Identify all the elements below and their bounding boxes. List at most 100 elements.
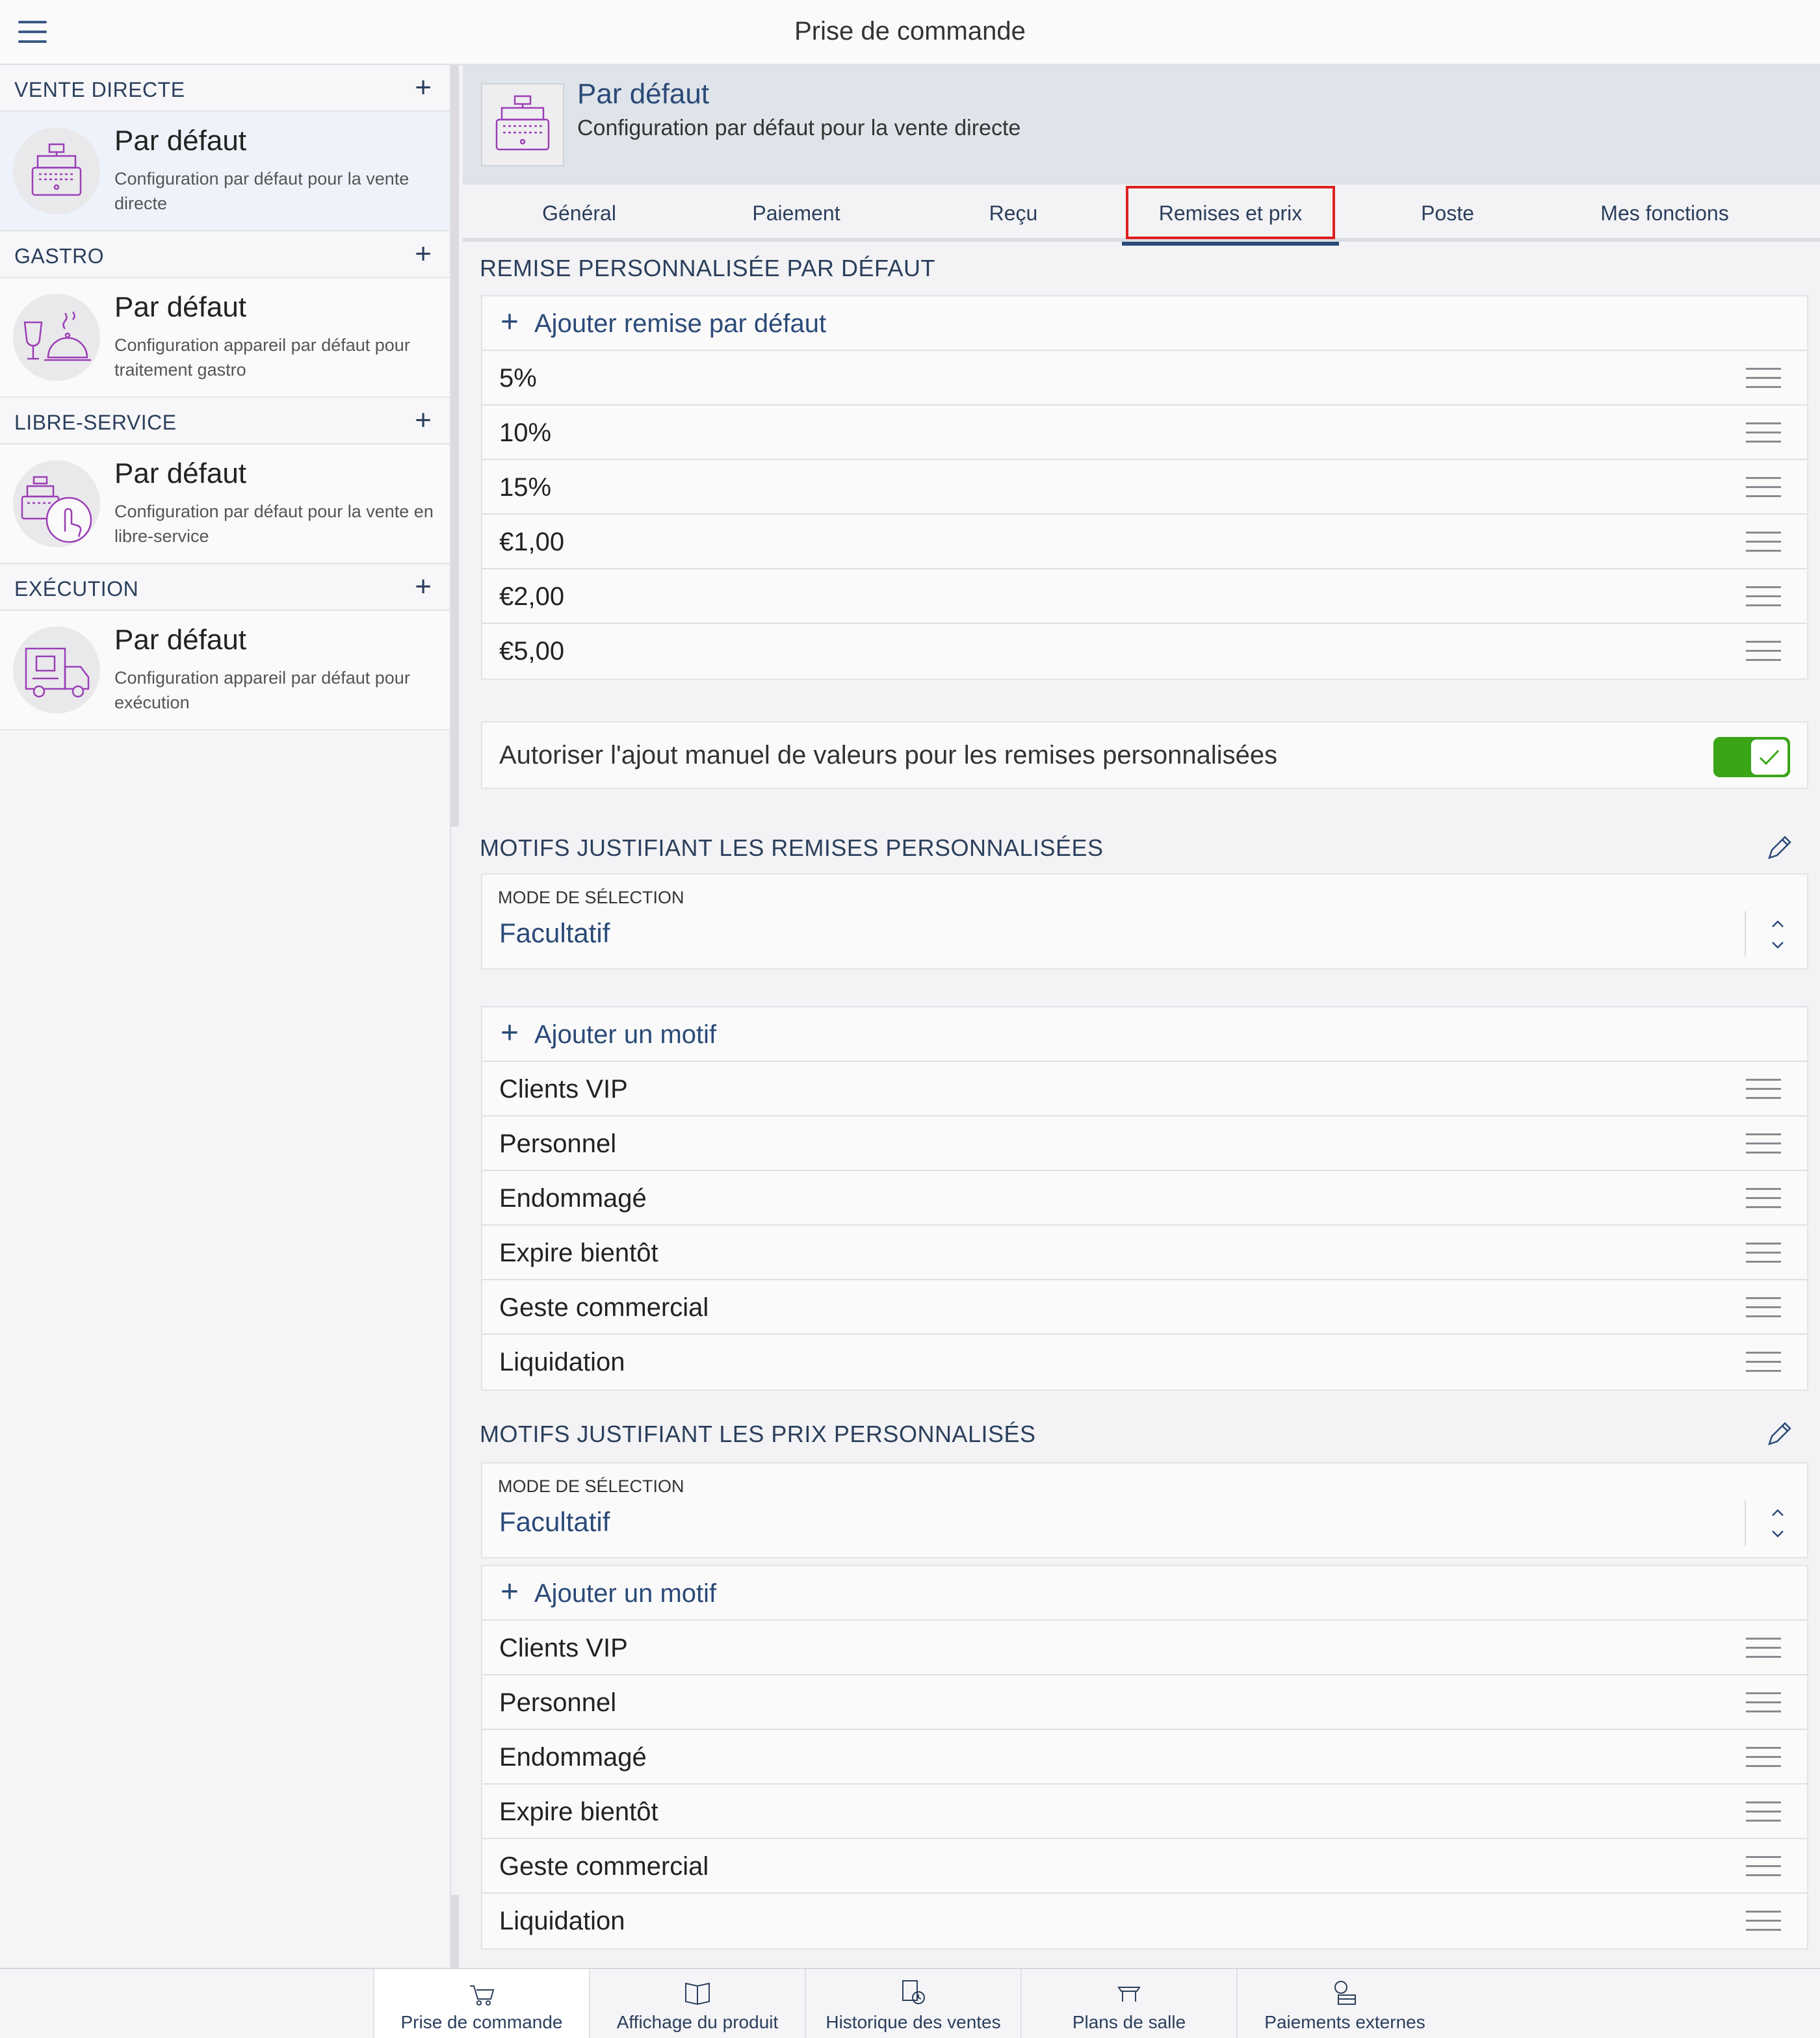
sidebar-scrollbar[interactable] — [451, 65, 459, 827]
entry-name: Par défaut — [114, 458, 247, 489]
main-panel: Par défaut Configuration par défaut pour… — [463, 65, 1820, 1968]
section-label: EXÉCUTION — [14, 577, 139, 600]
list-item[interactable]: Clients VIP — [482, 1062, 1807, 1116]
sidebar-entry-execution[interactable]: Par défaut Configuration appareil par dé… — [0, 611, 450, 730]
chevron-up-down-icon[interactable] — [1768, 916, 1788, 953]
drag-handle-icon[interactable] — [1746, 1856, 1781, 1877]
add-icon[interactable]: + — [415, 404, 432, 437]
cash-register-icon — [13, 127, 100, 214]
list-item[interactable]: Personnel — [482, 1116, 1807, 1171]
tab-remises-et-prix[interactable]: Remises et prix — [1122, 185, 1339, 246]
list-item[interactable]: 15% — [482, 460, 1807, 515]
manual-discount-toggle[interactable] — [1713, 737, 1790, 777]
sidebar-entry-vente-directe[interactable]: Par défaut Configuration par défaut pour… — [0, 112, 450, 231]
drag-handle-icon[interactable] — [1746, 1747, 1781, 1768]
nav-paiements-externes[interactable]: Paiements externes — [1236, 1969, 1452, 2038]
section-header-gastro: GASTRO + — [0, 231, 450, 278]
external-payment-icon — [1334, 1981, 1356, 2005]
section-label: GASTRO — [14, 244, 105, 268]
drag-handle-icon[interactable] — [1746, 1243, 1781, 1263]
tab-poste[interactable]: Poste — [1339, 185, 1556, 242]
add-discount-reason-button[interactable]: + Ajouter un motif — [482, 1007, 1807, 1062]
config-title: Par défaut — [577, 78, 710, 110]
add-default-discount-button[interactable]: + Ajouter remise par défaut — [482, 296, 1807, 351]
drag-handle-icon[interactable] — [1746, 1297, 1781, 1318]
sidebar-entry-libre-service[interactable]: Par défaut Configuration par défaut pour… — [0, 445, 450, 564]
cash-register-icon — [481, 83, 564, 166]
list-item[interactable]: Clients VIP — [482, 1621, 1807, 1675]
drag-handle-icon[interactable] — [1746, 586, 1781, 607]
price-reason-mode-select[interactable]: MODE DE SÉLECTION Facultatif — [481, 1462, 1808, 1558]
drag-handle-icon[interactable] — [1746, 422, 1781, 443]
list-item[interactable]: Personnel — [482, 1675, 1807, 1730]
discount-reason-mode-select[interactable]: MODE DE SÉLECTION Facultatif — [481, 873, 1808, 970]
drag-handle-icon[interactable] — [1746, 368, 1781, 389]
plus-icon: + — [500, 305, 519, 339]
drag-handle-icon[interactable] — [1746, 1692, 1781, 1713]
nav-plans-de-salle[interactable]: Plans de salle — [1020, 1969, 1236, 2038]
drag-handle-icon[interactable] — [1746, 532, 1781, 552]
tab-mes-fonctions[interactable]: Mes fonctions — [1556, 185, 1773, 242]
list-item[interactable]: Liquidation — [482, 1894, 1807, 1948]
entry-description: Configuration par défaut pour la vente e… — [114, 502, 434, 546]
add-icon[interactable]: + — [415, 238, 432, 270]
list-item[interactable]: 10% — [482, 406, 1807, 460]
add-icon[interactable]: + — [415, 571, 432, 603]
delivery-truck-icon — [13, 626, 100, 714]
entry-name: Par défaut — [114, 624, 247, 656]
nav-affichage-du-produit[interactable]: Affichage du produit — [589, 1969, 805, 2038]
list-item[interactable]: Geste commercial — [482, 1280, 1807, 1335]
entry-name: Par défaut — [114, 291, 247, 323]
list-item[interactable]: Expire bientôt — [482, 1785, 1807, 1839]
list-item[interactable]: €2,00 — [482, 569, 1807, 624]
drag-handle-icon[interactable] — [1746, 1188, 1781, 1209]
list-item[interactable]: €5,00 — [482, 624, 1807, 678]
drag-handle-icon[interactable] — [1746, 477, 1781, 498]
drag-handle-icon[interactable] — [1746, 1801, 1781, 1822]
entry-name: Par défaut — [114, 125, 247, 157]
edit-pencil-icon[interactable] — [1764, 1418, 1795, 1449]
top-bar: Prise de commande — [0, 0, 1820, 65]
add-icon[interactable]: + — [415, 71, 432, 104]
select-label: MODE DE SÉLECTION — [498, 888, 684, 907]
sidebar: VENTE DIRECTE + Par défaut Configuration… — [0, 65, 451, 1968]
gastro-cloche-icon — [13, 294, 100, 381]
drag-handle-icon[interactable] — [1746, 1133, 1781, 1154]
chevron-up-down-icon[interactable] — [1768, 1505, 1788, 1541]
sidebar-scrollbar-lower[interactable] — [451, 1895, 459, 1968]
drag-handle-icon[interactable] — [1746, 1638, 1781, 1658]
tab-highlight — [1126, 186, 1335, 239]
add-price-reason-button[interactable]: + Ajouter un motif — [482, 1566, 1807, 1621]
list-item[interactable]: Geste commercial — [482, 1839, 1807, 1894]
entry-description: Configuration par défaut pour la vente d… — [114, 169, 410, 213]
select-value: Facultatif — [499, 1506, 610, 1537]
drag-handle-icon[interactable] — [1746, 1911, 1781, 1931]
list-item[interactable]: Expire bientôt — [482, 1226, 1807, 1280]
list-item[interactable]: €1,00 — [482, 515, 1807, 569]
list-item[interactable]: Liquidation — [482, 1335, 1807, 1389]
edit-pencil-icon[interactable] — [1764, 832, 1795, 863]
section-title-price-reasons: MOTIFS JUSTIFIANT LES PRIX PERSONNALISÉS — [480, 1421, 1036, 1447]
drag-handle-icon[interactable] — [1746, 641, 1781, 662]
section-label: VENTE DIRECTE — [14, 78, 185, 101]
config-subtitle: Configuration par défaut pour la vente d… — [577, 116, 1021, 140]
bottom-nav: Prise de commande Affichage du produit H… — [0, 1968, 1820, 2038]
table-icon — [1117, 1987, 1141, 2002]
list-item[interactable]: 5% — [482, 351, 1807, 406]
section-header-execution: EXÉCUTION + — [0, 564, 450, 611]
sidebar-entry-gastro[interactable]: Par défaut Configuration appareil par dé… — [0, 278, 450, 398]
list-item[interactable]: Endommagé — [482, 1730, 1807, 1785]
self-service-touch-icon — [13, 460, 100, 547]
plus-icon: + — [500, 1575, 519, 1609]
nav-prise-de-commande[interactable]: Prise de commande — [373, 1969, 589, 2038]
drag-handle-icon[interactable] — [1746, 1352, 1781, 1373]
tab-recu[interactable]: Reçu — [905, 185, 1122, 242]
drag-handle-icon[interactable] — [1746, 1079, 1781, 1100]
manual-discount-setting: Autoriser l'ajout manuel de valeurs pour… — [481, 721, 1808, 789]
tab-general[interactable]: Général — [471, 185, 688, 242]
list-item[interactable]: Endommagé — [482, 1171, 1807, 1226]
nav-historique-des-ventes[interactable]: Historique des ventes — [805, 1969, 1020, 2038]
select-value: Facultatif — [499, 918, 610, 948]
product-display-icon — [685, 1982, 710, 2006]
tab-paiement[interactable]: Paiement — [688, 185, 905, 242]
